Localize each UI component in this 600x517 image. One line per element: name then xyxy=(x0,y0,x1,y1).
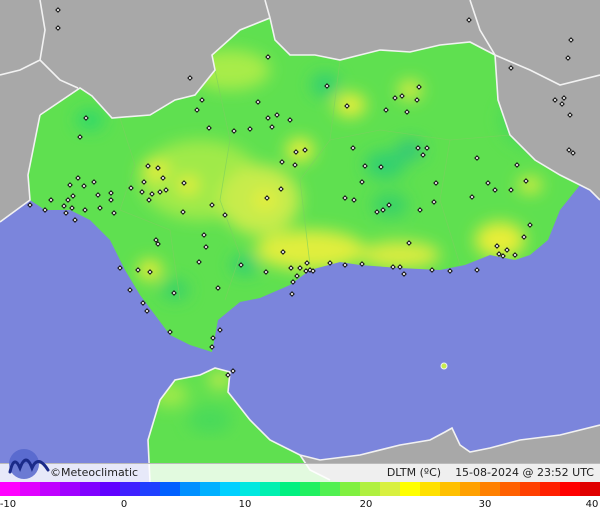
scale-swatch xyxy=(580,482,600,496)
variable-label: DLTM (ºC) xyxy=(386,466,442,479)
map-caption: DLTM (ºC) 15-08-2024 @ 23:52 UTC xyxy=(387,466,594,479)
scale-swatch xyxy=(520,482,540,496)
scale-swatch xyxy=(260,482,280,496)
scale-swatch xyxy=(160,482,180,496)
temperature-map xyxy=(0,0,600,482)
scale-swatch xyxy=(180,482,200,496)
alboran-island xyxy=(440,362,448,370)
scale-tick-label: -10 xyxy=(0,499,17,510)
scale-tick-label: 20 xyxy=(359,499,373,510)
scale-swatch xyxy=(500,482,520,496)
brand-label: ©Meteoclimatic xyxy=(50,466,139,479)
timestamp-label: 15-08-2024 @ 23:52 UTC xyxy=(455,466,594,479)
scale-swatch xyxy=(240,482,260,496)
scale-swatch xyxy=(60,482,80,496)
scale-swatch xyxy=(460,482,480,496)
scale-swatch xyxy=(300,482,320,496)
scale-swatch xyxy=(0,482,20,496)
scale-swatch xyxy=(100,482,120,496)
scale-swatch xyxy=(360,482,380,496)
scale-swatch xyxy=(340,482,360,496)
scale-tick-label: 0 xyxy=(120,499,128,510)
scale-swatch xyxy=(20,482,40,496)
scale-swatch xyxy=(280,482,300,496)
scale-swatch xyxy=(480,482,500,496)
scale-swatch xyxy=(220,482,240,496)
color-scale-bar xyxy=(0,482,600,496)
scale-swatch xyxy=(380,482,400,496)
scale-swatch xyxy=(420,482,440,496)
scale-tick-label: 30 xyxy=(478,499,492,510)
scale-swatch xyxy=(80,482,100,496)
scale-swatch xyxy=(540,482,560,496)
scale-swatch xyxy=(440,482,460,496)
weather-map: ©Meteoclimatic DLTM (ºC) 15-08-2024 @ 23… xyxy=(0,0,600,517)
meteoclimatic-logo-icon xyxy=(8,449,50,479)
scale-swatch xyxy=(320,482,340,496)
scale-swatch xyxy=(200,482,220,496)
scale-swatch xyxy=(560,482,580,496)
scale-swatch xyxy=(120,482,140,496)
color-scale: -10 0 10 20 30 40 xyxy=(0,482,600,517)
scale-tick-label: 40 xyxy=(585,499,599,510)
scale-swatch xyxy=(40,482,60,496)
scale-swatch xyxy=(140,482,160,496)
scale-swatch xyxy=(400,482,420,496)
scale-tick-label: 10 xyxy=(238,499,252,510)
